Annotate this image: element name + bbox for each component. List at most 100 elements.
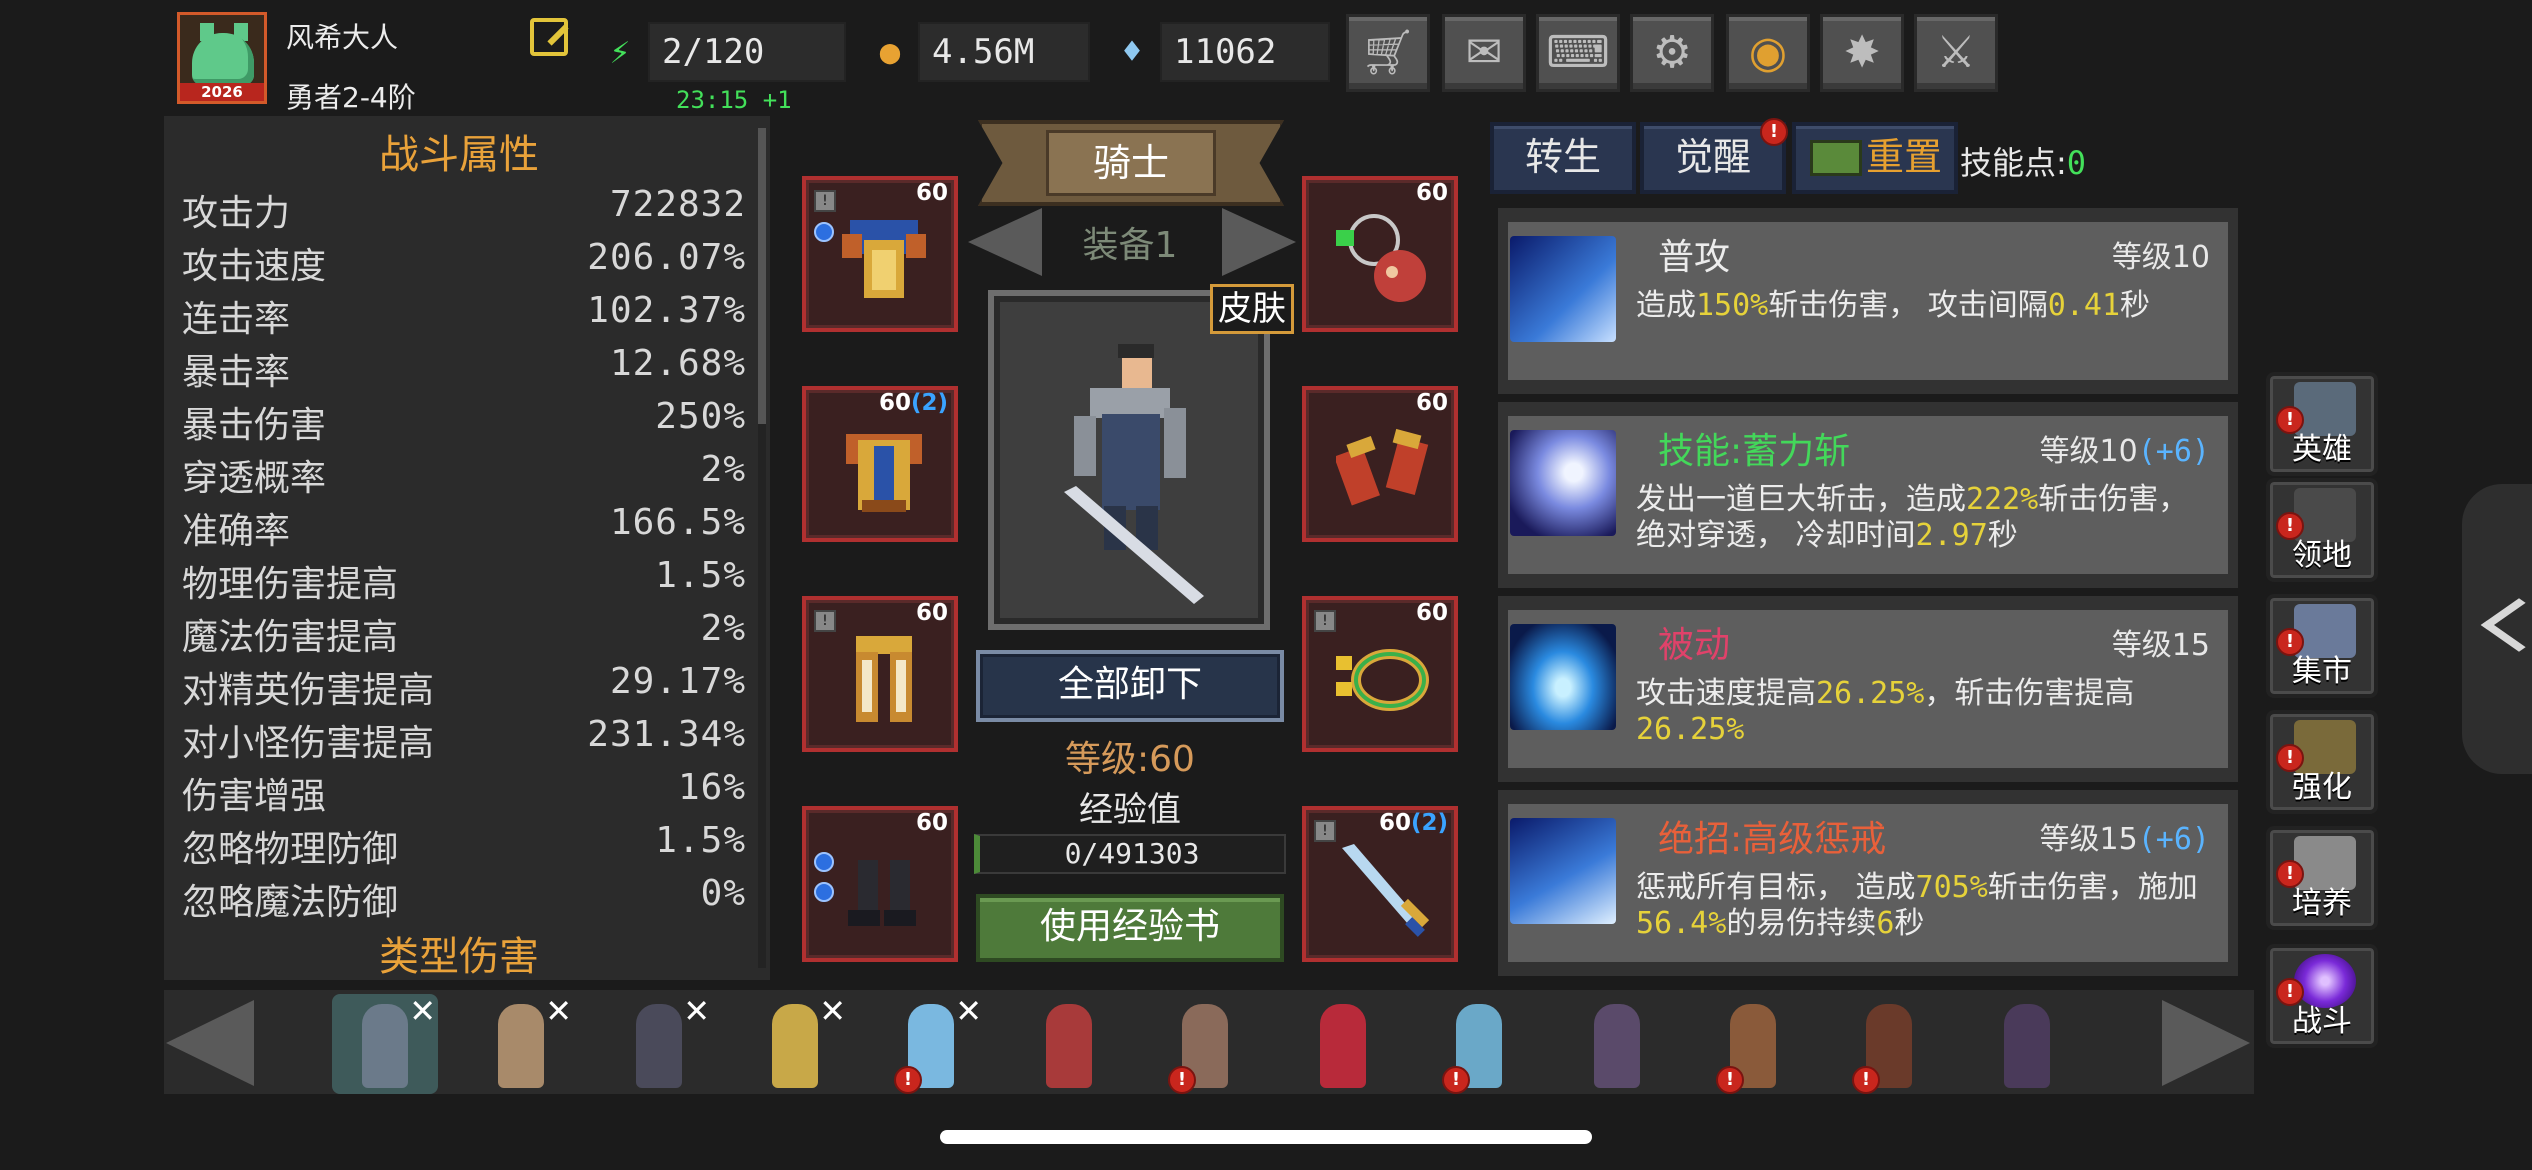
nav-enhance[interactable]: ! 强化 (2266, 710, 2378, 814)
roster-hero-ice-mage[interactable]: ✕ ! (878, 992, 984, 1094)
skill-description: 惩戒所有目标， 造成705%斩击伤害，施加56.4%的易伤持续6秒 (1636, 870, 2198, 941)
equip-slot-necklace[interactable]: 60 (1302, 176, 1458, 332)
stat-name: 对小怪伤害提高 (182, 723, 435, 764)
class-name: 骑士 (1046, 130, 1216, 196)
unequip-all-button[interactable]: 全部卸下 (976, 650, 1284, 722)
nav-battle[interactable]: ! 战斗 (2266, 944, 2378, 1048)
player-avatar[interactable]: 2026 (177, 12, 267, 104)
battle-button[interactable]: ⚔ (1914, 14, 1998, 92)
aperture-button[interactable]: ◉ (1726, 14, 1810, 92)
slot-level: 60 (1415, 600, 1448, 626)
cart-icon: 🛒︎ (1360, 27, 1416, 78)
alert-badge-icon: ! (1168, 1066, 1196, 1094)
fireworks-button[interactable]: ✸ (1820, 14, 1904, 92)
stat-value: 166.5% (609, 502, 746, 543)
equipped-x-icon: ✕ (409, 992, 436, 1030)
tab-rebirth[interactable]: 转生 (1490, 122, 1636, 194)
stat-value: 206.07% (587, 237, 746, 278)
roster-hero-elf-archer[interactable]: ✕ (742, 992, 848, 1094)
stat-value: 2% (700, 449, 746, 490)
skill-level: 等级10(+6) (2039, 434, 2210, 469)
skill-card-ultimate[interactable]: 绝招:高级惩戒 等级15(+6) 惩戒所有目标， 造成705%斩击伤害，施加56… (1498, 790, 2238, 976)
skill-points: 技能点:0 (1960, 138, 2086, 184)
skill-card-charged-slash[interactable]: 技能:蓄力斩 等级10(+6) 发出一道巨大斩击，造成222%斩击伤害，绝对穿透… (1498, 402, 2238, 588)
settings-button[interactable]: ⚙ (1630, 14, 1714, 92)
alert-badge-icon: ! (1852, 1066, 1880, 1094)
roster-hero-demon-hunter[interactable]: ! (1836, 994, 1942, 1094)
stat-name: 物理伤害提高 (182, 564, 399, 605)
slash-skill-icon (1510, 236, 1616, 342)
roster-hero-amazon[interactable]: ✕ (468, 992, 574, 1094)
roster-hero-barbarian[interactable]: ! (1700, 994, 1806, 1094)
alert-badge-icon: ! (1442, 1066, 1470, 1094)
lock-icon: ! (1314, 820, 1336, 842)
gem-socket-icon (814, 882, 834, 902)
use-exp-book-button[interactable]: 使用经验书 (976, 894, 1284, 962)
roster-hero-vampire[interactable] (1290, 994, 1396, 1094)
stats-scrollbar[interactable] (758, 128, 766, 424)
stat-name: 对精英伤害提高 (182, 670, 435, 711)
gear-icon: ⚙ (1652, 27, 1692, 78)
combat-stats-panel[interactable]: 战斗属性 攻击力 722832 攻击速度 206.07% 连击率 102.37% 暴击… (164, 116, 770, 980)
skin-button[interactable]: 皮肤 (1210, 284, 1294, 334)
gem-socket-icon (814, 852, 834, 872)
slot-level: 60 (915, 810, 948, 836)
alert-badge-icon: ! (1716, 1066, 1744, 1094)
hero-portrait (988, 290, 1270, 630)
gem-socket-icon (814, 222, 834, 242)
side-drawer-handle[interactable] (2462, 484, 2532, 774)
roster-hero-assassin[interactable] (1974, 994, 2080, 1094)
skill-card-basic-attack[interactable]: 普攻 等级10 造成150%斩击伤害， 攻击间隔0.41秒 (1498, 208, 2238, 394)
nav-hero[interactable]: ! 英雄 (2266, 372, 2378, 476)
roster-hero-gunner[interactable]: ! (1152, 994, 1258, 1094)
energy-icon: ⚡ (609, 32, 631, 72)
nav-territory[interactable]: ! 领地 (2266, 478, 2378, 582)
stat-value: 2% (700, 608, 746, 649)
gloves-icon (1336, 428, 1429, 506)
skill-level: 等级10 (2111, 240, 2210, 275)
skill-name: 被动 (1658, 625, 1731, 666)
equip-slot-ring[interactable]: ! 60 (1302, 596, 1458, 752)
nav-market[interactable]: ! 集市 (2266, 594, 2378, 698)
next-set-arrow[interactable] (1222, 208, 1296, 276)
fireworks-icon: ✸ (1843, 27, 1881, 78)
equip-slot-legs[interactable]: ! 60 (802, 596, 958, 752)
skill-card-passive[interactable]: 被动 等级15 攻击速度提高26.25%，斩击伤害提高26.25% (1498, 596, 2238, 782)
chest-armor-icon (846, 434, 922, 512)
hero-figure-icon (1594, 1004, 1640, 1088)
roster-hero-knight[interactable]: ✕ (332, 992, 438, 1094)
stat-value: 102.37% (587, 290, 746, 331)
nav-cultivate[interactable]: ! 培养 (2266, 826, 2378, 930)
shop-cart-button[interactable]: 🛒︎ (1346, 14, 1430, 92)
roster-hero-frost-spirit[interactable]: ! (1426, 994, 1532, 1094)
equip-slot-shoulder[interactable]: ! 60 (802, 176, 958, 332)
hero-figure-icon (362, 1004, 408, 1088)
edit-name-icon[interactable] (530, 18, 568, 56)
mail-icon: ✉ (1465, 27, 1503, 78)
mail-button[interactable]: ✉ (1442, 14, 1526, 92)
stat-name: 忽略物理防御 (182, 829, 399, 870)
roster-hero-warlock[interactable] (1564, 994, 1670, 1094)
reset-skills-button[interactable]: 重置 (1792, 122, 1958, 194)
chevron-left-icon (2480, 598, 2532, 652)
stat-value: 1.5% (655, 820, 746, 861)
stat-value: 12.68% (609, 343, 746, 384)
stat-row: 准确率 166.5% (182, 498, 746, 552)
gamepad-button[interactable]: ⌨ (1536, 14, 1620, 92)
skill-level: 等级15(+6) (2039, 822, 2210, 857)
equip-slot-boots[interactable]: 60 (802, 806, 958, 962)
stat-name: 魔法伤害提高 (182, 617, 399, 658)
gold-value: 4.56M (918, 22, 1090, 82)
equip-slot-chest[interactable]: 60(2) (802, 386, 958, 542)
stat-row: 忽略物理防御 1.5% (182, 816, 746, 870)
prev-set-arrow[interactable] (968, 208, 1042, 276)
roster-hero-dark-knight[interactable]: ✕ (606, 992, 712, 1094)
player-name: 风希大人 (286, 21, 399, 54)
equip-slot-weapon[interactable]: ! 60(2) (1302, 806, 1458, 962)
aperture-icon: ◉ (1748, 27, 1788, 78)
equip-slot-gloves[interactable]: 60 (1302, 386, 1458, 542)
home-indicator[interactable] (940, 1130, 1592, 1144)
equipped-x-icon: ✕ (545, 992, 572, 1030)
stat-name: 准确率 (182, 511, 291, 552)
roster-hero-sorceress[interactable] (1016, 994, 1122, 1094)
